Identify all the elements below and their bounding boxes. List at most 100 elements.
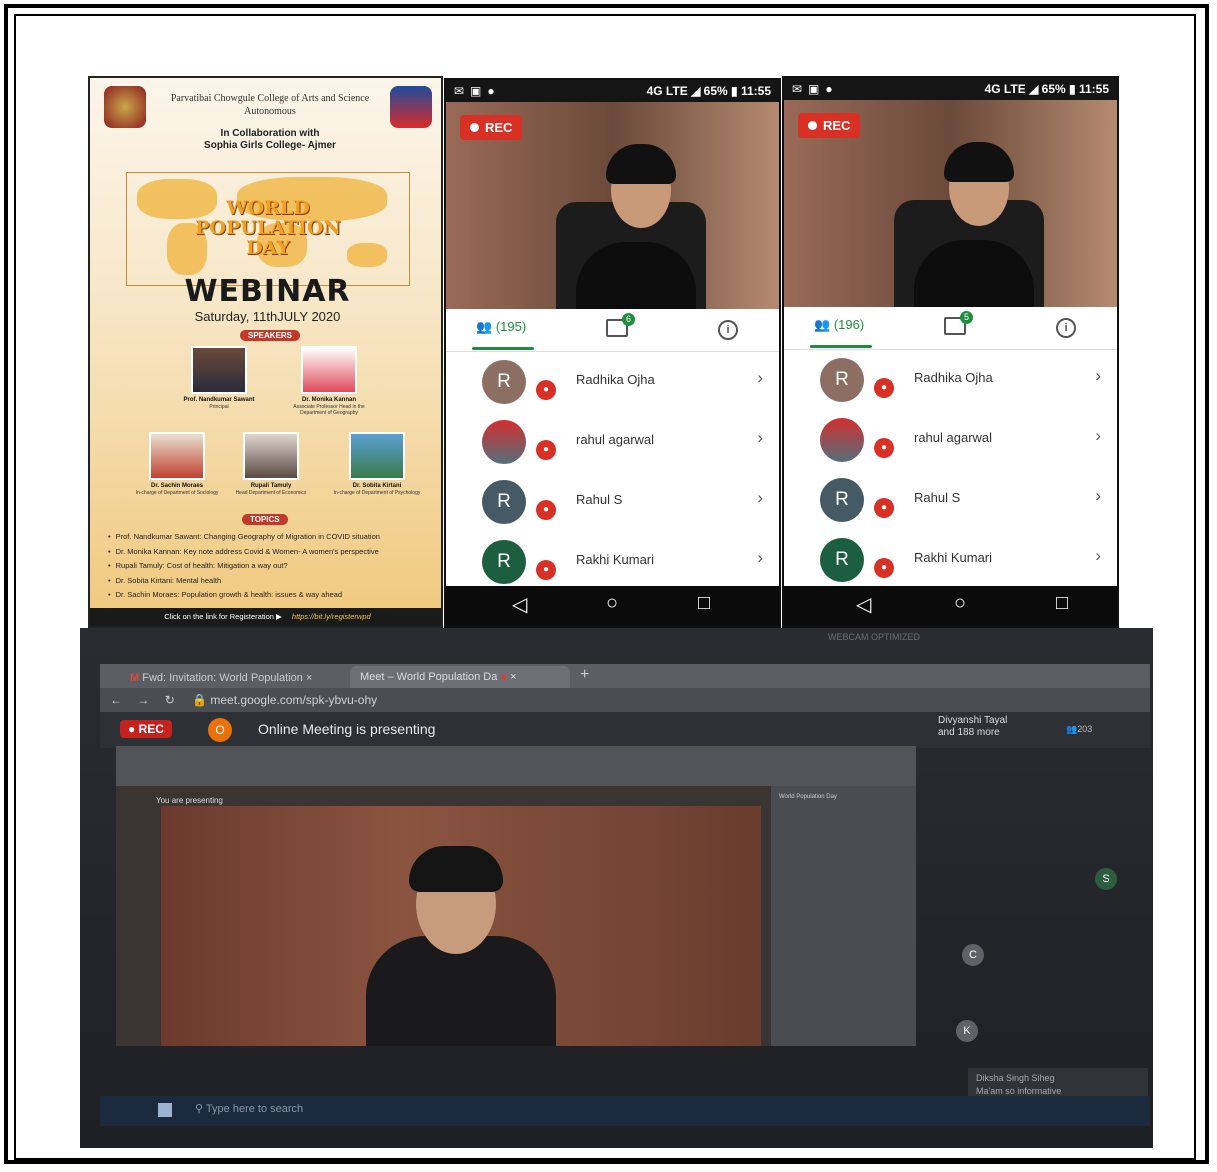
people-side-panel: World Population Day	[771, 786, 916, 1046]
tab-gmail[interactable]: M Fwd: Invitation: World Population ×	[130, 668, 340, 688]
chevron-right-icon: ›	[757, 548, 763, 567]
avatar: R	[482, 480, 526, 524]
back-arrow-icon[interactable]: ←	[110, 693, 122, 707]
lock-icon: 🔒	[192, 693, 208, 707]
speakers-label: SPEAKERS	[240, 330, 301, 341]
topic-item: Dr. Sachin Moraes: Population growth & h…	[108, 588, 438, 603]
topics-list: Prof. Nandkumar Sawant: Changing Geograp…	[108, 530, 438, 603]
participant-row[interactable]: R ● Rahul S ›	[784, 470, 1117, 530]
participant-row[interactable]: ● rahul agarwal ›	[446, 412, 779, 472]
tab-info[interactable]: i	[718, 320, 738, 340]
participant-row[interactable]: R ● Radhika Ojha ›	[446, 352, 779, 412]
home-icon[interactable]: ○	[606, 592, 618, 615]
speaker-photo	[349, 432, 405, 480]
battery-icon: ▮	[1069, 82, 1076, 96]
close-icon[interactable]: ×	[510, 671, 516, 683]
avatar: R	[482, 540, 526, 584]
recording-badge: ● REC	[120, 720, 172, 738]
speaker-photo	[191, 346, 247, 394]
mic-off-icon: ●	[536, 380, 556, 400]
battery-icon: ▮	[731, 84, 738, 98]
recording-dot-icon: ●	[500, 671, 508, 683]
presenter-avatar: O	[208, 718, 232, 742]
chat-badge: 6	[622, 313, 635, 326]
status-bar: ✉▣● 4G LTE ◢ 65% ▮ 11:55	[784, 78, 1117, 100]
android-nav-bar: ◁ ○ □	[784, 586, 1117, 626]
play-arrow-icon: ▶	[276, 612, 282, 621]
mic-off-icon: ●	[874, 558, 894, 578]
participant-tile[interactable]: C	[962, 944, 984, 966]
speaker-card: Dr. Sobita Kirtani In-charge of Departme…	[332, 432, 422, 496]
home-icon[interactable]: ○	[954, 592, 966, 615]
registration-link[interactable]: https://bit.ly/registerwpd	[292, 612, 371, 621]
inner-presenting-text: You are presenting	[156, 796, 223, 805]
windows-start-icon[interactable]	[158, 1103, 172, 1117]
participant-row[interactable]: R ● Rakhi Kumari ›	[784, 530, 1117, 590]
recents-icon[interactable]: □	[698, 592, 710, 615]
participant-row[interactable]: R ● Rahul S ›	[446, 472, 779, 532]
reload-icon[interactable]: ↻	[165, 693, 175, 707]
topics-label: TOPICS	[242, 514, 288, 525]
chevron-right-icon: ›	[1095, 546, 1101, 565]
people-count[interactable]: 👥203	[1066, 724, 1092, 735]
phone-screenshot-2: ✉▣● 4G LTE ◢ 65% ▮ 11:55 REC 👥 (196) 5 i…	[782, 76, 1119, 628]
avatar	[482, 420, 526, 464]
recording-badge: REC	[798, 113, 861, 138]
new-tab-button[interactable]: +	[580, 666, 589, 684]
notification-icons: ✉▣●	[454, 84, 501, 98]
tab-chat[interactable]: 6	[606, 313, 635, 337]
address-bar[interactable]: ← → ↻ 🔒 meet.google.com/spk-ybvu-ohy	[100, 688, 1150, 712]
mic-off-icon: ●	[874, 498, 894, 518]
speaker-card: Rupali Tamuly Head Department of Economi…	[226, 432, 316, 496]
close-icon[interactable]: ×	[306, 672, 312, 684]
webinar-heading: WEBINAR	[184, 274, 351, 309]
college-name: Parvatibai Chowgule College of Arts and …	[170, 93, 370, 117]
tab-chat[interactable]: 5	[944, 311, 973, 335]
mic-off-icon: ●	[874, 438, 894, 458]
chevron-right-icon: ›	[757, 488, 763, 507]
speaker-video: REC	[784, 100, 1117, 307]
people-icon: 👥	[476, 319, 493, 334]
speaker-video: REC	[446, 102, 779, 309]
phone-screenshot-1: ✉▣● 4G LTE ◢ 65% ▮ 11:55 REC 👥 (195) 6 i…	[444, 78, 781, 628]
webinar-poster: Parvatibai Chowgule College of Arts and …	[88, 76, 443, 628]
participant-row[interactable]: R ● Radhika Ojha ›	[784, 350, 1117, 410]
participant-tile[interactable]: K	[956, 1020, 978, 1042]
taskbar-search[interactable]: ⚲ Type here to search	[195, 1102, 303, 1115]
active-tab-indicator	[810, 345, 872, 348]
event-title: WORLD POPULATION DAY	[195, 197, 341, 259]
participant-tile[interactable]: S	[1095, 868, 1117, 890]
speaker-photo	[301, 346, 357, 394]
record-dot-icon	[808, 121, 817, 130]
chevron-right-icon: ›	[757, 368, 763, 387]
tab-people[interactable]: 👥 (196)	[814, 317, 864, 333]
signal-icon: ◢	[1029, 82, 1039, 96]
back-icon[interactable]: ◁	[856, 592, 871, 617]
back-icon[interactable]: ◁	[512, 592, 527, 617]
url-text[interactable]: meet.google.com/spk-ybvu-ohy	[210, 693, 377, 707]
tab-people[interactable]: 👥 (195)	[476, 319, 526, 335]
topic-item: Prof. Nandkumar Sawant: Changing Geograp…	[108, 530, 438, 545]
speaker-card: Dr. Sachin Moraes In-charge of Departmen…	[132, 432, 222, 496]
speaker-photo	[243, 432, 299, 480]
tab-info[interactable]: i	[1056, 318, 1076, 338]
topic-item: Dr. Sobita Kirtani: Mental health	[108, 574, 438, 589]
participant-row[interactable]: R ● Rakhi Kumari ›	[446, 532, 779, 592]
gmail-icon: M	[130, 672, 140, 684]
forward-arrow-icon[interactable]: →	[137, 693, 149, 707]
avatar: R	[820, 538, 864, 582]
browser-tab-bar: M Fwd: Invitation: World Population × Me…	[100, 664, 1150, 688]
tab-meet[interactable]: Meet – World Population Da ● ×	[350, 666, 570, 688]
recording-badge: REC	[460, 115, 523, 140]
topic-item: Rupali Tamuly: Cost of health: Mitigatio…	[108, 559, 438, 574]
registration-footer: Click on the link for Registeration ▶ ht…	[90, 608, 441, 626]
college-crest-logo	[104, 86, 146, 128]
inner-browser	[116, 746, 916, 786]
recents-icon[interactable]: □	[1056, 592, 1068, 615]
participant-row[interactable]: ● rahul agarwal ›	[784, 410, 1117, 470]
speaker-hair	[606, 144, 676, 184]
avatar: R	[482, 360, 526, 404]
status-right: 4G LTE ◢ 65% ▮ 11:55	[646, 84, 771, 98]
presented-screen: You are presenting World Population Day	[116, 746, 916, 1046]
people-icon: 👥	[1066, 724, 1078, 734]
